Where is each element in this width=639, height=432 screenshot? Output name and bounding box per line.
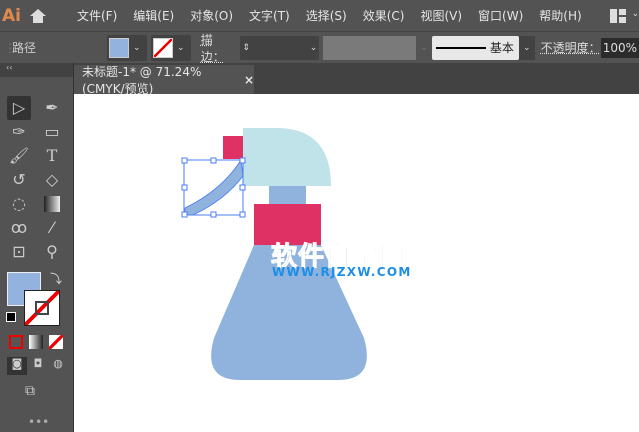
neck[interactable] xyxy=(269,186,306,207)
spray-tube[interactable] xyxy=(184,158,244,216)
spray-head[interactable] xyxy=(243,128,331,186)
artwork xyxy=(181,128,367,380)
watermark-url: WWW.RJZXW.COM xyxy=(272,265,412,279)
trigger-tab[interactable] xyxy=(223,136,243,159)
